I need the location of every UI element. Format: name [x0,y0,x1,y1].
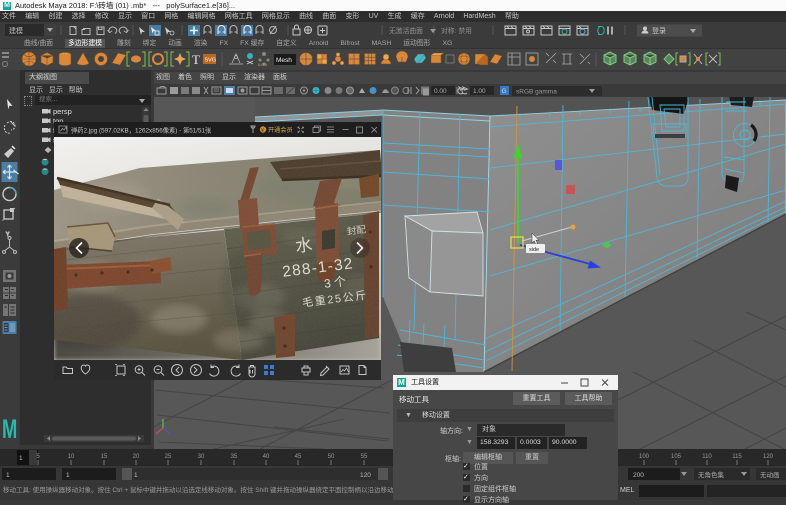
svg-text:115: 115 [732,454,742,460]
svg-text:105: 105 [671,454,682,460]
svg-text:弹药2.jpg (597.02KB，1262x856像素): 弹药2.jpg (597.02KB，1262x856像素) - 第51/51张 [71,126,212,135]
svg-text:G: G [502,88,507,95]
svg-text:50: 50 [328,454,335,460]
svg-text:无角色集: 无角色集 [698,470,725,479]
svg-text:开通会员: 开通会员 [268,126,293,134]
svg-text:55: 55 [361,454,368,460]
svg-text:1: 1 [6,472,10,479]
svg-text:110: 110 [702,454,712,460]
svg-text:登录: 登录 [652,26,666,35]
svg-text:无动画: 无动画 [760,471,780,479]
svg-text:30: 30 [198,454,205,460]
svg-text:0.0.0: 0.0.0 [258,62,268,67]
svg-text:1.00: 1.00 [473,88,486,95]
svg-text:1: 1 [134,472,138,479]
svg-text:建模: 建模 [9,26,23,35]
svg-text:无激活曲面: 无激活曲面 [389,26,423,35]
svg-text:side: side [529,247,539,253]
svg-text:M: M [2,413,17,443]
svg-text:10: 10 [68,454,75,460]
svg-text:1: 1 [66,472,70,479]
svg-text:120: 120 [763,454,774,460]
svg-text:40: 40 [263,454,270,460]
svg-text:0.00: 0.00 [434,88,447,95]
svg-text:15: 15 [101,454,108,460]
svg-text:45: 45 [295,454,302,460]
svg-text:100: 100 [639,454,650,460]
svg-text:sRGB gamma: sRGB gamma [516,89,557,96]
svg-text:25: 25 [165,454,172,460]
svg-text:200: 200 [633,472,644,479]
svg-text:35: 35 [231,454,238,460]
svg-text:persp: persp [53,107,72,116]
svg-text:SVG: SVG [205,58,217,64]
svg-text:1: 1 [19,455,23,462]
svg-text:对称: 禁用: 对称: 禁用 [441,26,472,35]
svg-text:Y: Y [6,232,10,238]
svg-text:20: 20 [133,454,140,460]
svg-text:T: T [192,52,200,67]
svg-text:Mesh: Mesh [276,57,292,64]
svg-text:120: 120 [360,472,371,479]
